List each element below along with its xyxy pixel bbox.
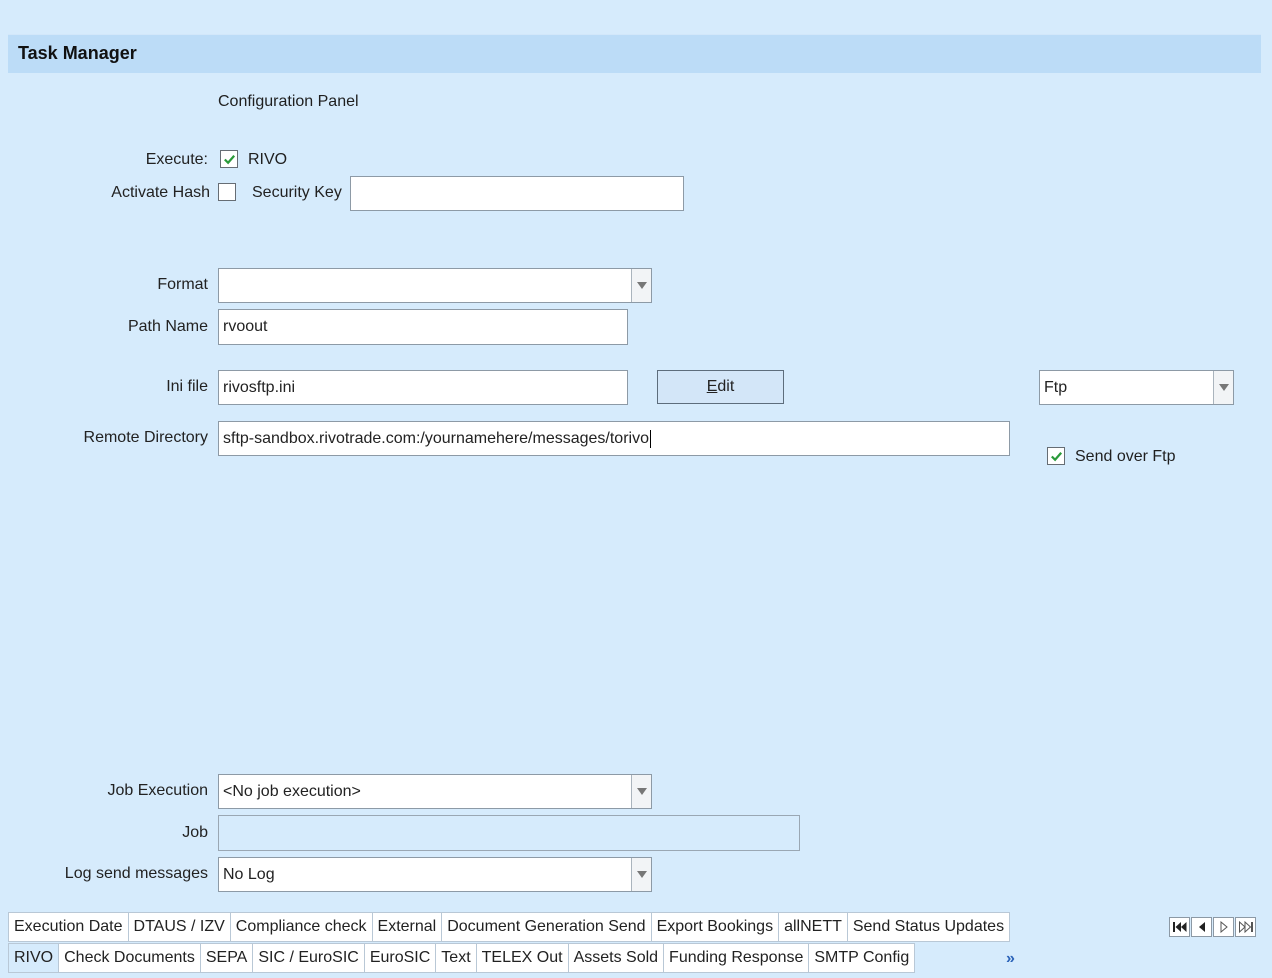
format-select[interactable] [218, 268, 652, 303]
activate-hash-label: Activate Hash [111, 184, 210, 201]
checkmark-icon [1050, 451, 1062, 461]
more-tabs-icon[interactable]: » [1006, 950, 1015, 968]
text-caret [649, 429, 651, 448]
path-name-input[interactable]: rvoout [218, 309, 628, 345]
tab-eurosic[interactable]: EuroSIC [364, 943, 437, 973]
page-title: Task Manager [18, 43, 137, 63]
edit-button-mnemonic: E [706, 378, 718, 395]
prev-page-icon[interactable] [1191, 917, 1212, 937]
remote-directory-label: Remote Directory [83, 429, 208, 446]
next-page-icon[interactable] [1213, 917, 1234, 937]
tab-rivo[interactable]: RIVO [8, 943, 60, 973]
tab-sic-eurosic[interactable]: SIC / EuroSIC [253, 943, 365, 973]
job-execution-select[interactable]: <No job execution> [218, 774, 652, 809]
log-send-messages-select[interactable]: No Log [218, 857, 652, 892]
send-over-ftp-label: Send over Ftp [1075, 448, 1176, 465]
job-execution-label: Job Execution [107, 782, 208, 799]
tab-execution-date[interactable]: Execution Date [8, 912, 129, 942]
log-send-messages-label: Log send messages [64, 865, 208, 882]
tab-navigation [1168, 917, 1256, 937]
tab-document-generation-send[interactable]: Document Generation Send [442, 912, 652, 942]
tab-export-bookings[interactable]: Export Bookings [651, 912, 780, 942]
protocol-value: Ftp [1044, 378, 1068, 396]
edit-button-label: dit [717, 378, 735, 395]
log-send-messages-value: No Log [223, 865, 275, 883]
tab-send-status-updates[interactable]: Send Status Updates [847, 912, 1011, 942]
first-page-icon[interactable] [1169, 917, 1190, 937]
checkmark-icon [223, 154, 235, 164]
job-input [218, 815, 800, 851]
path-name-label: Path Name [127, 318, 208, 335]
dropdown-arrow-icon[interactable] [631, 858, 651, 891]
tab-text[interactable]: Text [436, 943, 477, 973]
job-label: Job [182, 824, 208, 841]
dropdown-arrow-icon[interactable] [631, 269, 651, 302]
edit-button[interactable]: Edit [657, 370, 784, 404]
tab-smtp-config[interactable]: SMTP Config [809, 943, 916, 973]
execute-checkbox[interactable] [220, 150, 238, 168]
send-over-ftp-checkbox[interactable] [1047, 447, 1065, 465]
tab-strip: Execution Date DTAUS / IZV Compliance ch… [8, 912, 1262, 978]
tab-dtaus-izv[interactable]: DTAUS / IZV [128, 912, 231, 942]
dropdown-arrow-icon[interactable] [631, 775, 651, 808]
tab-sepa[interactable]: SEPA [200, 943, 254, 973]
activate-hash-checkbox[interactable] [218, 183, 236, 201]
security-key-label: Security Key [252, 184, 342, 201]
tab-external[interactable]: External [372, 912, 443, 942]
tab-funding-response[interactable]: Funding Response [664, 943, 810, 973]
execute-label: Execute: [145, 151, 208, 168]
tab-allnett[interactable]: allNETT [779, 912, 848, 942]
dropdown-arrow-icon[interactable] [1213, 371, 1233, 404]
remote-directory-value: sftp-sandbox.rivotrade.com:/yournamehere… [223, 429, 649, 447]
tab-assets-sold[interactable]: Assets Sold [568, 943, 665, 973]
ini-file-label: Ini file [166, 378, 208, 395]
job-execution-value: <No job execution> [223, 782, 361, 800]
panel-subtitle: Configuration Panel [218, 93, 359, 110]
execute-option-label: RIVO [248, 151, 288, 168]
protocol-select[interactable]: Ftp [1039, 370, 1234, 405]
last-page-icon[interactable] [1235, 917, 1256, 937]
security-key-input[interactable] [350, 176, 684, 211]
tab-row-1: Execution Date DTAUS / IZV Compliance ch… [8, 912, 1011, 942]
ini-file-input[interactable]: rivosftp.ini [218, 370, 628, 405]
tab-check-documents[interactable]: Check Documents [59, 943, 201, 973]
tab-row-2: RIVO Check Documents SEPA SIC / EuroSIC … [8, 943, 916, 973]
title-bar: Task Manager [8, 34, 1261, 73]
remote-directory-input[interactable]: sftp-sandbox.rivotrade.com:/yournamehere… [218, 421, 1010, 456]
tab-telex-out[interactable]: TELEX Out [476, 943, 569, 973]
tab-compliance-check[interactable]: Compliance check [230, 912, 373, 942]
format-label: Format [157, 276, 208, 293]
